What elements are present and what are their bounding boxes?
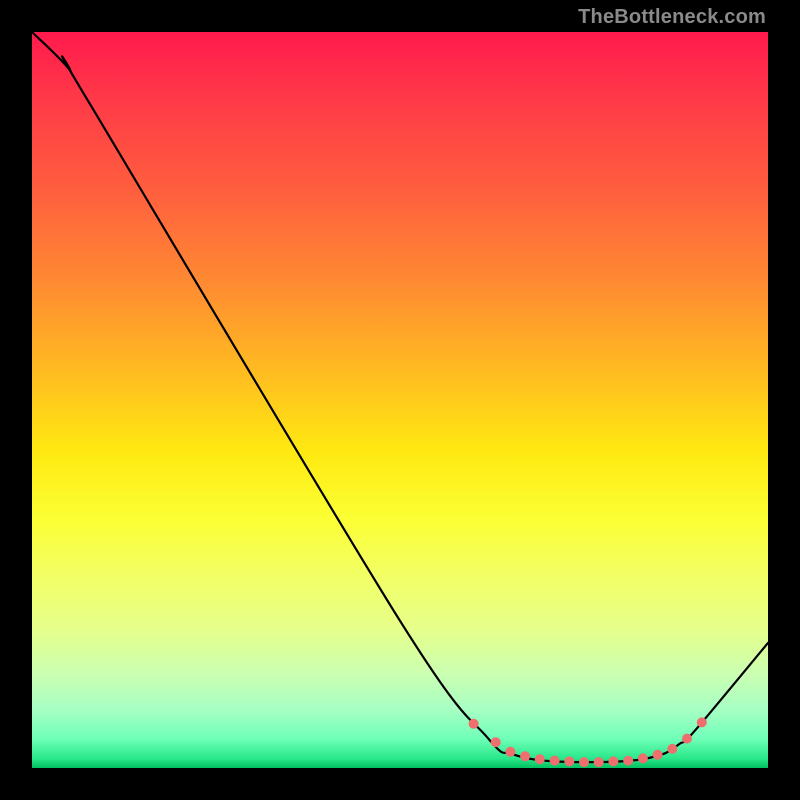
curve-marker xyxy=(667,744,677,754)
curve-marker xyxy=(594,757,604,767)
curve-marker xyxy=(682,734,692,744)
curve-marker xyxy=(579,757,589,767)
bottleneck-curve xyxy=(32,32,768,762)
watermark-text: TheBottleneck.com xyxy=(578,6,766,29)
curve-marker xyxy=(564,756,574,766)
curve-marker xyxy=(491,737,501,747)
chart-svg xyxy=(32,32,768,768)
curve-marker xyxy=(638,753,648,763)
curve-marker xyxy=(505,747,515,757)
curve-marker xyxy=(697,717,707,727)
curve-marker xyxy=(623,756,633,766)
curve-marker xyxy=(653,750,663,760)
curve-marker xyxy=(535,754,545,764)
chart-frame: TheBottleneck.com xyxy=(0,0,800,800)
curve-markers xyxy=(469,717,707,767)
curve-marker xyxy=(469,719,479,729)
curve-marker xyxy=(608,756,618,766)
curve-marker xyxy=(550,756,560,766)
curve-marker xyxy=(520,751,530,761)
